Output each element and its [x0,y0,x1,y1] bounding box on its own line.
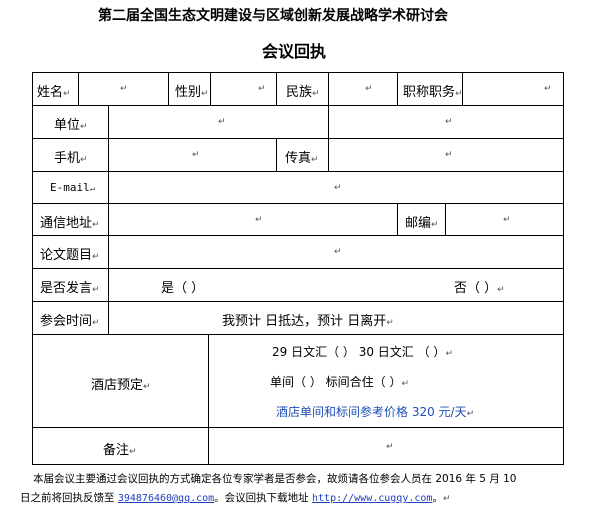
unit-field-left[interactable]: ↵ [218,117,226,127]
footer-text-b: 。会议回执下载地址 [214,492,313,504]
ethnicity-label: 民族↵ [286,85,320,100]
fax-field[interactable]: ↵ [445,150,453,160]
speak-no-option[interactable]: 否（ ）↵ [454,277,505,296]
postcode-label: 邮编↵ [405,216,439,231]
unit-field-right[interactable]: ↵ [445,117,453,127]
fax-label: 传真↵ [285,151,319,166]
mobile-label: 手机↵ [54,151,88,166]
hotel-date-options[interactable]: 29 日文汇（ ） 30 日文汇 （ ）↵ [272,343,453,360]
name-field[interactable]: ↵ [120,84,128,94]
hotel-price-note: 酒店单间和标间参考价格 320 元/天↵ [276,405,475,419]
speak-label: 是否发言↵ [40,281,100,296]
title-position-label: 职称职务↵ [403,85,463,100]
footer-text-c: 。 [432,492,443,504]
title-position-field[interactable]: ↵ [544,84,552,94]
postcode-field[interactable]: ↵ [503,215,511,225]
speak-yes-option[interactable]: 是（ ） [161,277,204,296]
mobile-field[interactable]: ↵ [192,150,200,160]
attend-time-text[interactable]: 我预计 日抵达，预计 日离开↵ [222,310,394,329]
email-field[interactable]: ↵ [334,183,342,193]
email-label: E-mail↵ [50,181,96,194]
footer-text-a: 日之前将回执反馈至 [20,492,118,504]
paper-title-field[interactable]: ↵ [334,247,342,257]
address-field[interactable]: ↵ [255,215,263,225]
gender-label: 性别↵ [175,85,209,100]
contact-email-link[interactable]: 394876460@qq.com [118,493,214,504]
hotel-room-options[interactable]: 单间（ ） 标间合住（ ）↵ [270,373,409,390]
attend-time-label: 参会时间↵ [40,314,100,329]
unit-label: 单位↵ [54,118,88,133]
footer-note-line2: 日之前将回执反馈至 394876460@qq.com。会议回执下载地址 http… [20,492,451,504]
name-label: 姓名↵ [37,85,71,100]
address-label: 通信地址↵ [40,216,100,231]
footer-note-line1: 本届会议主要通过会议回执的方式确定各位专家学者是否参会，故烦请各位参会人员在 2… [33,473,517,485]
hotel-label: 酒店预定↵ [91,378,151,393]
remark-label: 备注↵ [103,443,137,458]
paper-title-label: 论文题目↵ [40,248,100,263]
gender-field[interactable]: ↵ [258,84,266,94]
remark-field[interactable]: ↵ [386,442,394,452]
download-url-link[interactable]: http://www.cugqy.com [312,493,432,504]
ethnicity-field[interactable]: ↵ [365,84,373,94]
